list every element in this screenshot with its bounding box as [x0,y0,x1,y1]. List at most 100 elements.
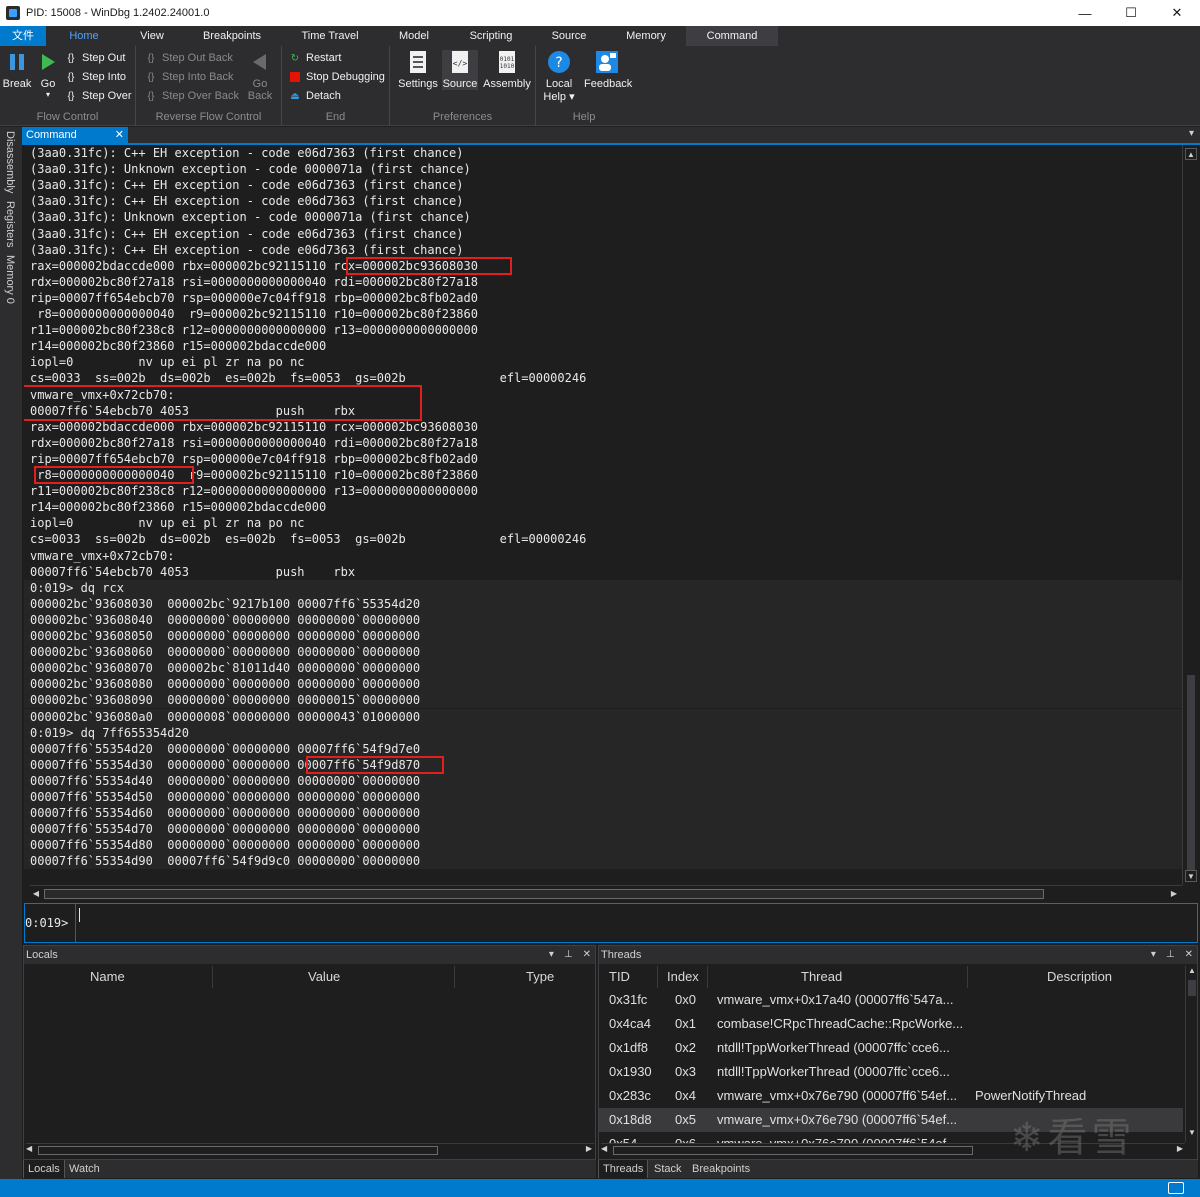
title-bar: PID: 15008 - WinDbg 1.2402.24001.0 — ☐ ✕ [0,0,1200,26]
pin-icon[interactable]: ⊥ [564,946,573,964]
tab-watch[interactable]: Watch [65,1160,104,1178]
scroll-left-icon[interactable]: ◀ [26,1144,32,1153]
maximize-button[interactable]: ☐ [1108,0,1154,26]
output-line: r14=000002bc80f23860 r15=000002bdaccde00… [30,339,327,354]
minimize-button[interactable]: — [1062,0,1108,26]
tab-home[interactable]: Home [46,26,122,46]
scroll-right-icon[interactable]: ▶ [1168,888,1180,900]
thread-cell-thread: vmware_vmx+0x76e790 (00007ff6`54ef... [717,1088,958,1103]
tab-time-travel[interactable]: Time Travel [282,26,378,46]
column-type[interactable]: Type [526,966,554,988]
tab-breakpoints-pane[interactable]: Breakpoints [688,1160,754,1178]
output-line: 00007ff6`55354d50 00000000`00000000 0000… [30,790,421,804]
thread-row[interactable]: 0x31fc 0x0 vmware_vmx+0x17a40 (00007ff6`54… [599,988,1183,1012]
scroll-up-icon[interactable]: ▲ [1188,966,1196,975]
restart-button[interactable]: ↻ Restart [288,50,342,66]
detach-button[interactable]: ⏏ Detach [288,88,341,104]
column-divider[interactable] [967,966,968,988]
group-label-help: Help [572,111,596,123]
thread-row[interactable]: 0x1df8 0x2 ntdll!TppWorkerThread (00007ffc… [599,1036,1183,1060]
side-tab-registers[interactable]: Registers [4,201,16,247]
tab-file[interactable]: 文件 [0,26,46,46]
scroll-right-icon[interactable]: ▶ [1177,1144,1183,1153]
scrollbar-thumb[interactable] [38,1146,438,1155]
feedback-button[interactable]: Feedback [584,50,632,90]
step-over-back-button[interactable]: {} Step Over Back [144,88,239,104]
scrollbar-thumb[interactable] [44,889,1044,899]
pin-icon[interactable]: ⊥ [1166,946,1175,964]
side-tab-memory[interactable]: Memory 0 [4,255,16,304]
column-value[interactable]: Value [308,966,340,988]
tab-scripting[interactable]: Scripting [450,26,532,46]
tab-threads[interactable]: Threads [598,1160,649,1178]
threads-vertical-scrollbar[interactable]: ▲ ▼ [1185,966,1197,1142]
chevron-down-icon[interactable]: ▾ [1151,946,1156,964]
step-into-back-button[interactable]: {} Step Into Back [144,69,234,85]
output-horizontal-scrollbar[interactable]: ◀ ▶ [30,885,1182,901]
output-line: 000002bc`93608070 000002bc`81011d40 0000… [30,661,421,676]
close-icon[interactable]: ✕ [583,946,591,964]
step-over-button[interactable]: {} Step Over [64,88,132,104]
scrollbar-thumb[interactable] [613,1146,973,1155]
thread-row[interactable]: 0x1930 0x3 ntdll!TppWorkerThread (00007ffc… [599,1060,1183,1084]
close-button[interactable]: ✕ [1154,0,1200,26]
scrollbar-thumb[interactable] [1188,980,1196,996]
locals-horizontal-scrollbar[interactable]: ◀ ▶ [26,1143,594,1157]
output-line: iopl=0 nv up ei pl zr na po nc [30,355,305,370]
assembly-binary-icon: 0101 1010 [495,50,519,74]
thread-cell-index: 0x0 [675,992,696,1007]
threads-header: Threads ▾ ⊥ ✕ [599,946,1197,964]
column-thread[interactable]: Thread [801,966,842,988]
break-button[interactable]: Break [2,50,32,90]
thread-cell-tid: 0x283c [609,1088,651,1103]
output-line: (3aa0.31fc): Unknown exception - code 00… [30,162,471,177]
tab-breakpoints[interactable]: Breakpoints [182,26,282,46]
output-line: (3aa0.31fc): Unknown exception - code 00… [30,210,471,225]
feedback-chat-icon[interactable] [1168,1182,1184,1194]
stop-debugging-button[interactable]: Stop Debugging [288,69,385,85]
column-divider[interactable] [212,966,213,988]
tab-memory[interactable]: Memory [606,26,686,46]
command-input[interactable] [78,908,1188,938]
scroll-right-icon[interactable]: ▶ [586,1144,592,1153]
scroll-down-icon[interactable]: ▼ [1185,870,1197,882]
tab-stack[interactable]: Stack [650,1160,686,1178]
scroll-up-icon[interactable]: ▲ [1185,148,1197,160]
close-icon[interactable]: ✕ [1185,946,1193,964]
column-name[interactable]: Name [90,966,125,988]
tab-locals[interactable]: Locals [23,1160,65,1178]
group-flow-control: Break Go ▾ {} Step Out {} Step Into {} Step… [0,46,136,126]
tab-source[interactable]: Source [532,26,606,46]
output-line: iopl=0 nv up ei pl zr na po nc [30,516,305,531]
tab-model[interactable]: Model [378,26,450,46]
settings-button[interactable]: Settings [396,50,440,90]
tab-view[interactable]: View [122,26,182,46]
side-tool-tabs: Disassembly Registers Memory 0 [0,127,22,1179]
tab-command[interactable]: Command [686,26,778,46]
source-button[interactable]: </> Source [442,50,478,90]
step-out-button[interactable]: {} Step Out [64,50,126,66]
close-icon[interactable]: ✕ [115,127,124,143]
chevron-down-icon[interactable]: ▾ [1189,128,1194,139]
column-description[interactable]: Description [1047,966,1112,988]
step-into-button[interactable]: {} Step Into [64,69,126,85]
side-tab-disassembly[interactable]: Disassembly [4,131,16,193]
column-divider[interactable] [707,966,708,988]
chevron-down-icon[interactable]: ▾ [549,946,554,964]
command-window-tab[interactable]: Command ✕ [22,127,128,143]
column-index[interactable]: Index [667,966,699,988]
column-divider[interactable] [454,966,455,988]
column-divider[interactable] [657,966,658,988]
thread-row[interactable]: 0x4ca4 0x1 combase!CRpcThreadCache::RpcWor… [599,1012,1183,1036]
step-out-back-button[interactable]: {} Step Out Back [144,50,233,66]
go-button[interactable]: Go ▾ [36,50,60,99]
go-back-button[interactable]: Go Back [246,50,274,102]
local-help-button[interactable]: ? Local Help ▾ [540,50,578,103]
column-tid[interactable]: TID [609,966,630,988]
output-vertical-scrollbar[interactable]: ▲ ▼ [1182,145,1198,885]
scroll-down-icon[interactable]: ▼ [1188,1128,1196,1137]
scroll-left-icon[interactable]: ◀ [601,1144,607,1153]
scroll-left-icon[interactable]: ◀ [30,888,42,900]
scrollbar-thumb[interactable] [1187,675,1195,870]
assembly-button[interactable]: 0101 1010 Assembly [482,50,532,90]
